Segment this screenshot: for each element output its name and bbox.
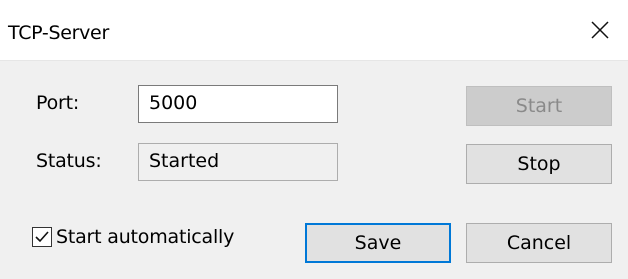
window-title: TCP-Server — [8, 22, 109, 44]
status-label: Status: — [36, 150, 102, 172]
auto-start-option[interactable]: Start automatically — [32, 226, 234, 248]
save-button[interactable]: Save — [305, 223, 451, 263]
port-input[interactable]: 5000 — [138, 85, 338, 123]
auto-start-checkbox[interactable] — [32, 227, 52, 247]
close-button[interactable] — [572, 0, 628, 60]
start-button[interactable]: Start — [466, 86, 612, 126]
stop-button[interactable]: Stop — [466, 144, 612, 184]
auto-start-label: Start automatically — [56, 226, 235, 248]
port-label: Port: — [36, 92, 80, 114]
checkmark-icon — [35, 231, 49, 243]
status-field: Started — [138, 143, 338, 181]
close-icon — [591, 21, 609, 39]
title-bar: TCP-Server — [0, 0, 628, 61]
cancel-button[interactable]: Cancel — [466, 223, 612, 263]
